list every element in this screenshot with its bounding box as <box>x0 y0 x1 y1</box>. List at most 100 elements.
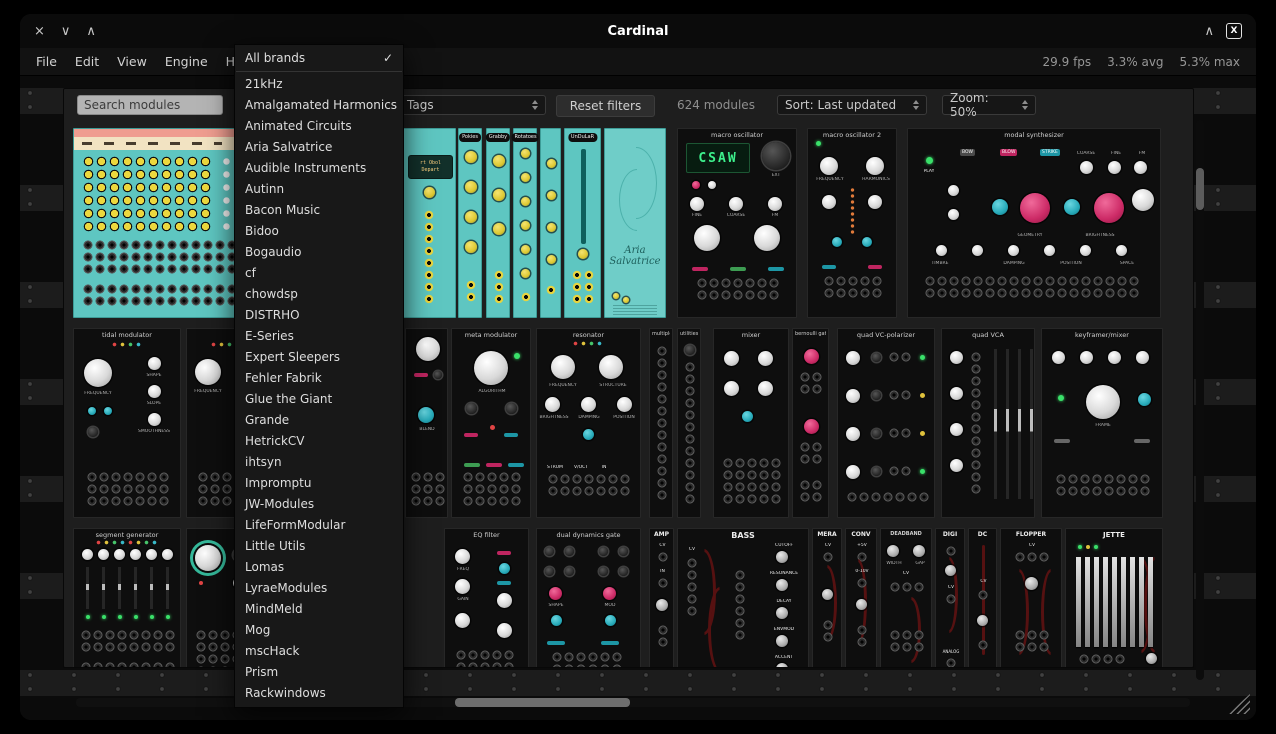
module-preview-flopper[interactable]: FLOPPER CV <box>1000 528 1062 668</box>
search-input[interactable] <box>77 95 223 115</box>
knob <box>768 197 782 211</box>
menu-edit[interactable]: Edit <box>75 54 99 69</box>
knob <box>913 545 925 557</box>
slider <box>1112 557 1117 647</box>
module-title: CONV <box>848 531 874 538</box>
vertical-scrollbar[interactable] <box>1196 120 1204 680</box>
menu-item-brand[interactable]: ihtsyn <box>235 452 403 473</box>
menu-item-brand[interactable]: Bogaudio <box>235 242 403 263</box>
module-preview-dc[interactable]: DC CV <box>968 528 997 668</box>
module-preview-eq-filter[interactable]: EQ filter FREQ GAIN <box>444 528 529 668</box>
led <box>1086 545 1090 549</box>
module-preview-texture-synth[interactable]: BLEND <box>405 328 448 518</box>
module-preview-mera[interactable]: MERA CV <box>812 528 842 668</box>
module-preview-modal-synthesizer[interactable]: modal synthesizer PLAY BOW BLOW STRIKE C… <box>907 128 1161 318</box>
menu-item-brand[interactable]: Bidoo <box>235 221 403 242</box>
module-preview-bass[interactable]: BASS CV CUTOFF RESONANCE DECAY ENVMOD AC… <box>677 528 809 668</box>
menu-engine[interactable]: Engine <box>165 54 208 69</box>
module-preview-bernoulli-gate[interactable]: bernoulli gate <box>792 328 829 518</box>
jack-field <box>856 624 868 648</box>
module-title: EQ filter <box>447 531 526 539</box>
horizontal-scrollbar-thumb[interactable] <box>455 698 630 707</box>
close-window-icon[interactable]: × <box>34 24 45 39</box>
knob <box>1108 161 1121 174</box>
module-preview-pokies[interactable]: Pokies <box>458 128 482 318</box>
menu-item-brand[interactable]: LifeFormModular <box>235 515 403 536</box>
knob <box>195 545 221 571</box>
menu-item-brand[interactable]: DISTRHO <box>235 305 403 326</box>
module-preview-macro-oscillator[interactable]: macro oscillator CSAW EXT FINE COARSE FM <box>677 128 797 318</box>
menu-view[interactable]: View <box>117 54 147 69</box>
menu-item-brand[interactable]: Little Utils <box>235 536 403 557</box>
module-preview-mixer[interactable]: mixer <box>713 328 789 518</box>
menu-item-brand[interactable]: Rackwindows <box>235 683 403 704</box>
reset-filters-button[interactable]: Reset filters <box>556 95 655 117</box>
label-chip: BOW <box>960 149 975 156</box>
module-preview-dual-dynamics-gate[interactable]: dual dynamics gate SHAPE MOD <box>536 528 641 668</box>
menu-file[interactable]: File <box>36 54 57 69</box>
module-preview-keyframer-mixer[interactable]: keyframer/mixer FRAME <box>1041 328 1163 518</box>
menu-item-brand[interactable]: Aria Salvatrice <box>235 137 403 158</box>
module-preview-digi[interactable]: DIGI CV ANALOG <box>935 528 965 668</box>
module-preview-multiples[interactable]: multiples <box>649 328 673 518</box>
menu-item-all-brands[interactable]: All brands ✓ <box>235 48 403 69</box>
module-preview-deadband[interactable]: DEADBAND WIDTH GAP CV <box>880 528 932 668</box>
slider <box>994 349 997 499</box>
menu-item-brand[interactable]: Animated Circuits <box>235 116 403 137</box>
menu-item-brand[interactable]: Glue the Giant <box>235 389 403 410</box>
module-preview-aria-station[interactable]: rt Obol Depart <box>401 128 456 318</box>
module-preview-meta-modulator[interactable]: meta modulator ALGORITHM <box>451 328 531 518</box>
sort-dropdown[interactable]: Sort: Last updated <box>777 95 927 115</box>
module-preview-quad-vc-polarizer[interactable]: quad VC-polarizer <box>837 328 935 518</box>
minimize-window-icon[interactable]: ∨ <box>61 24 71 39</box>
menu-item-brand[interactable]: LyraeModules <box>235 578 403 599</box>
module-preview-aria-splash[interactable]: Aria Salvatrice <box>604 128 666 318</box>
menu-item-brand[interactable]: cf <box>235 263 403 284</box>
module-preview-jette[interactable]: JETTE <box>1065 528 1163 668</box>
menu-item-brand[interactable]: Autinn <box>235 179 403 200</box>
menu-item-brand[interactable]: mscHack <box>235 641 403 662</box>
app-badge-icon[interactable]: X <box>1226 23 1242 39</box>
knob <box>455 549 470 564</box>
menu-item-brand[interactable]: E-Series <box>235 326 403 347</box>
module-preview-conv[interactable]: CONV +5V 0-10V <box>845 528 877 668</box>
module-preview-grabby[interactable]: Grabby <box>486 128 510 318</box>
module-preview-tidal-modulator[interactable]: tidal modulator FREQUENCY SHAPE SLOPE SM… <box>73 328 181 518</box>
tags-filter-dropdown[interactable]: Tags <box>399 95 546 115</box>
menu-item-brand[interactable]: Amalgamated Harmonics <box>235 95 403 116</box>
module-title: DIGI <box>938 531 962 538</box>
module-preview-quad-vca[interactable]: quad VCA <box>941 328 1035 518</box>
menu-item-brand[interactable]: Prism <box>235 662 403 683</box>
menu-item-brand[interactable]: Audible Instruments <box>235 158 403 179</box>
menu-item-brand[interactable]: Impromptu <box>235 473 403 494</box>
module-preview-macro-oscillator-2[interactable]: macro oscillator 2 FREQUENCY HARMONICS <box>807 128 897 318</box>
module-preview-segment-generator[interactable]: segment generator <box>73 528 181 668</box>
module-preview-undular[interactable]: UnDuLaR <box>564 128 601 318</box>
menu-item-brand[interactable]: Bacon Music <box>235 200 403 221</box>
menu-item-brand[interactable]: Mog <box>235 620 403 641</box>
jack-field <box>945 593 957 605</box>
menu-item-brand[interactable]: MindMeld <box>235 599 403 620</box>
menu-item-brand[interactable]: HetrickCV <box>235 431 403 452</box>
maximize-window-icon[interactable]: ∧ <box>86 24 96 39</box>
zoom-dropdown[interactable]: Zoom: 50% <box>942 95 1036 115</box>
menu-item-brand[interactable]: JW-Modules <box>235 494 403 515</box>
menu-item-brand[interactable]: chowdsp <box>235 284 403 305</box>
knob <box>1052 351 1065 364</box>
menu-item-brand[interactable]: 21kHz <box>235 74 403 95</box>
menu-item-brand[interactable]: Fehler Fabrik <box>235 368 403 389</box>
module-preview-resonator[interactable]: resonator FREQUENCY STRUCTURE BRIGHTNESS… <box>536 328 641 518</box>
keep-above-icon[interactable]: ∧ <box>1204 24 1214 39</box>
module-preview-aria-thin[interactable] <box>540 128 561 318</box>
jack-label: 0-10V <box>846 569 878 574</box>
menu-item-brand[interactable]: Grande <box>235 410 403 431</box>
jack-field <box>889 629 925 653</box>
module-preview-utilities[interactable]: utilities <box>677 328 701 518</box>
vertical-scrollbar-thumb[interactable] <box>1196 168 1204 210</box>
module-preview-rotatoes[interactable]: Rotatoes <box>513 128 537 318</box>
menu-item-brand[interactable]: Lomas <box>235 557 403 578</box>
module-preview-aria-sequencer[interactable] <box>73 128 248 318</box>
label-chip <box>1054 439 1070 443</box>
menu-item-brand[interactable]: Expert Sleepers <box>235 347 403 368</box>
module-preview-amp[interactable]: AMP CV IN <box>649 528 674 668</box>
